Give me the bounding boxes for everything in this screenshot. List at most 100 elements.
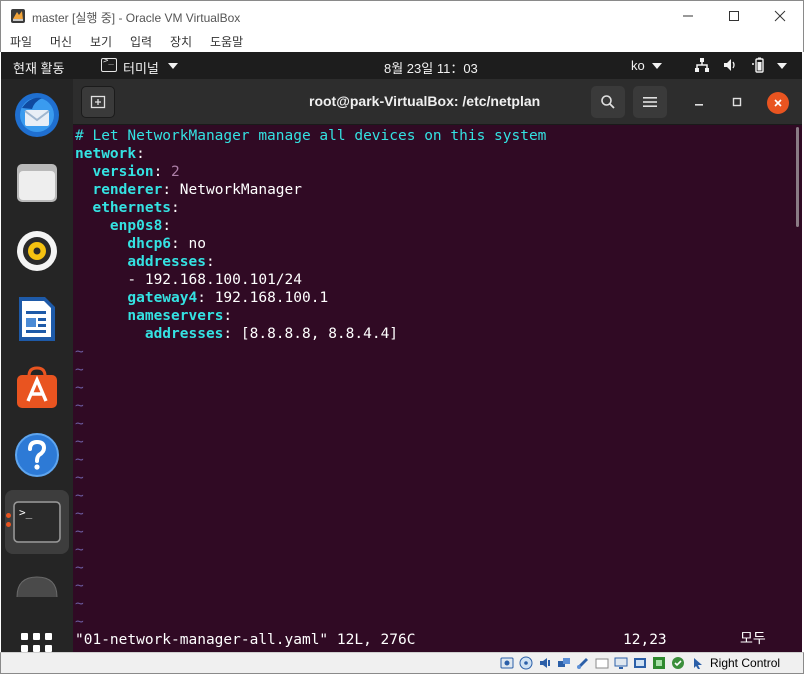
network-icon[interactable] [694,57,710,73]
svg-text:>_: >_ [19,506,33,519]
empty-line-marker: ~ [75,434,84,450]
empty-line-marker: ~ [75,344,84,360]
hard-disk-icon[interactable] [500,656,514,670]
dock-thunderbird[interactable] [5,83,69,147]
code-line-8: addresses: [127,254,215,270]
minimize-icon [695,104,703,106]
chevron-down-icon [777,63,787,69]
vim-cursor-position: 12,23 [623,632,667,648]
scrollbar[interactable] [796,127,799,227]
dock-libreoffice-writer[interactable] [5,287,69,351]
close-icon [774,10,786,22]
activities-button[interactable]: 현재 활동 [13,58,64,77]
empty-line-marker: ~ [75,614,84,630]
terminal-close-button[interactable] [767,92,789,114]
code-line-4: renderer: NetworkManager [92,182,302,198]
network-adapter-icon[interactable] [557,656,571,670]
menu-bar: 파일 머신 보기 입력 장치 도움말 [0,30,804,52]
code-line-3: version: 2 [92,164,180,180]
code-line-7: dhcp6: no [127,236,206,252]
dock: >_ [1,79,73,652]
mouse-integration-icon[interactable] [690,656,704,670]
terminal-title: root@park-VirtualBox: /etc/netplan [309,93,541,109]
hamburger-menu-button[interactable] [633,86,667,118]
empty-line-marker: ~ [75,524,84,540]
guest-additions-icon[interactable] [671,656,685,670]
battery-icon[interactable] [751,57,767,73]
menu-machine[interactable]: 머신 [50,33,72,50]
dock-rhythmbox[interactable] [5,219,69,283]
display-icon[interactable] [614,656,628,670]
empty-line-marker: ~ [75,560,84,576]
minimize-button[interactable] [665,1,711,31]
vbox-status-bar: Right Control [0,652,804,674]
menu-help[interactable]: 도움말 [210,33,243,50]
terminal-app-icon [101,56,117,72]
chevron-down-icon [168,63,178,69]
empty-line-marker: ~ [75,506,84,522]
audio-icon[interactable] [538,656,552,670]
dock-disc[interactable] [5,559,69,623]
menu-input[interactable]: 입력 [130,33,152,50]
search-button[interactable] [591,86,625,118]
help-icon [15,433,59,477]
app-menu-button[interactable]: 터미널 [123,58,159,77]
dock-files[interactable] [5,151,69,215]
dock-help[interactable] [5,423,69,487]
code-line-6: enp0s8: [109,218,172,234]
terminal-headerbar: root@park-VirtualBox: /etc/netplan [73,79,802,125]
code-line-2: network: [75,146,145,162]
optical-drive-icon[interactable] [519,656,533,670]
clock[interactable]: 8월 23일 11：03 [384,58,478,77]
dock-show-apps[interactable] [5,617,69,652]
menu-view[interactable]: 보기 [90,33,112,50]
empty-line-marker: ~ [75,380,84,396]
app-grid-icon [21,633,52,652]
volume-icon[interactable] [722,57,738,73]
empty-line-marker: ~ [75,542,84,558]
dock-software[interactable] [5,355,69,419]
host-key-label: Right Control [710,656,781,670]
cpu-icon[interactable] [652,656,666,670]
terminal-minimize-button[interactable] [689,91,709,113]
new-tab-button[interactable] [81,86,115,118]
empty-line-marker: ~ [75,416,84,432]
new-tab-icon [90,95,106,109]
running-indicator [6,513,11,518]
virtualbox-icon [11,9,25,23]
running-indicator [6,522,11,527]
window-title: master [실행 중] - Oracle VM VirtualBox [32,11,241,25]
window-titlebar: master [실행 중] - Oracle VM VirtualBox [0,0,804,30]
close-button[interactable] [757,1,803,31]
terminal-body[interactable]: # Let NetworkManager manage all devices … [73,125,802,652]
gnome-top-bar: 현재 활동 터미널 8월 23일 11：03 ko [1,52,802,79]
vim-scroll-position: 모두 [740,631,766,647]
code-line-10: gateway4: 192.168.100.1 [127,290,329,306]
input-language-button[interactable]: ko [631,58,645,73]
maximize-icon [729,11,739,21]
empty-line-marker: ~ [75,596,84,612]
chevron-down-icon [652,63,662,69]
empty-line-marker: ~ [75,488,84,504]
vm-display[interactable]: 현재 활동 터미널 8월 23일 11：03 ko [1,52,802,652]
vim-status-file: "01-network-manager-all.yaml" 12L, 276C [75,632,416,648]
menu-devices[interactable]: 장치 [170,33,192,50]
menu-file[interactable]: 파일 [10,33,32,50]
code-line-11: nameservers: [127,308,233,324]
empty-line-marker: ~ [75,362,84,378]
code-line-12: addresses: [8.8.8.8, 8.8.4.4] [144,326,399,342]
thunderbird-icon [15,93,59,137]
empty-line-marker: ~ [75,452,84,468]
usb-icon[interactable] [576,656,590,670]
empty-line-marker: ~ [75,398,84,414]
software-center-icon [17,366,57,408]
empty-line-marker: ~ [75,578,84,594]
video-capture-icon[interactable] [633,656,647,670]
maximize-button[interactable] [711,1,757,31]
minimize-icon [683,15,693,17]
shared-folders-icon[interactable] [595,656,609,670]
empty-line-marker: ~ [75,470,84,486]
close-icon [774,99,782,107]
terminal-maximize-button[interactable] [727,91,747,113]
dock-terminal[interactable]: >_ [5,490,69,554]
